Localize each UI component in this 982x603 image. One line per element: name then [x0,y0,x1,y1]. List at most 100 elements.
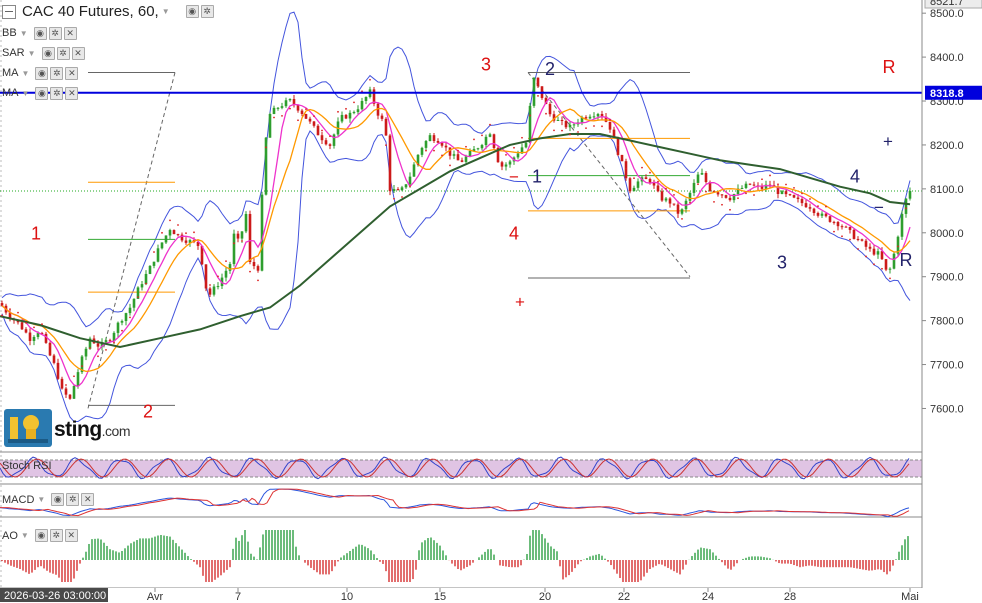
price-axis[interactable]: 8500.08400.08300.08200.08100.08000.07900… [921,0,982,603]
eye-icon[interactable]: ◉ [41,46,55,60]
close-icon[interactable]: ✕ [63,26,77,40]
sar-dot [529,114,531,117]
chevron-down-icon[interactable]: ▼ [162,7,170,16]
macd-label[interactable]: MACD ▼ ◉ ✲ ✕ [2,493,95,506]
candle-body [456,154,460,161]
sar-dot [873,263,875,266]
gear-icon[interactable]: ✲ [49,529,63,542]
sar-dot [153,251,155,253]
candle-body [48,342,52,356]
candle-body [672,203,676,205]
sar-dot [17,311,19,314]
candle-body [60,378,64,389]
sar-dot [633,177,635,180]
candle-body [660,191,664,201]
candle-body [204,264,208,289]
eye-icon[interactable]: ◉ [34,529,48,542]
indicator-bb[interactable]: BB ▼ ◉ ✲ ✕ [2,26,77,40]
candle-body [752,184,756,186]
candle-body [240,231,244,239]
ao-label[interactable]: AO ▼ ◉ ✲ ✕ [2,529,78,542]
indicator-label: MA [2,87,19,99]
sar-dot [625,167,627,170]
candle-body [508,161,512,165]
candle-body [788,194,792,196]
eye-icon[interactable]: ◉ [51,493,65,506]
candle-body [280,106,284,108]
candle-body [160,242,164,249]
close-icon[interactable]: ✕ [65,86,79,100]
chevron-down-icon[interactable]: ▼ [21,531,29,540]
sar-dot [441,154,443,157]
gear-icon[interactable]: ✲ [48,26,62,40]
gear-icon[interactable]: ✲ [50,66,64,80]
candle-body [32,337,36,341]
candle-body [820,213,824,216]
wave-label: + [883,132,893,151]
eye-icon[interactable]: ◉ [33,26,47,40]
candle-body [848,226,852,230]
sar-dot [649,171,651,174]
wave-label: 4 [850,167,860,187]
eye-icon[interactable]: ◉ [35,86,49,100]
chevron-down-icon[interactable]: ▼ [28,49,36,58]
sar-dot [73,375,75,378]
candle-body [396,189,400,191]
y-tick-label: 7900.0 [930,272,964,284]
candle-body [120,321,124,323]
gear-icon[interactable]: ✲ [66,493,80,506]
close-icon[interactable]: ✕ [71,46,85,60]
y-tick-label: 7700.0 [930,360,964,372]
collapse-icon[interactable] [2,4,16,19]
sar-dot [833,230,835,233]
sar-dot [577,131,579,133]
sar-dot [793,186,795,189]
sar-dot [825,205,827,208]
stoch-rsi-label[interactable]: Stoch RSI [2,460,52,472]
candle-body [168,230,172,236]
x-tick-label: 24 [702,591,714,603]
gear-icon[interactable]: ✲ [50,86,64,100]
candle-body [696,174,700,183]
broker-logo: sting.com [4,409,136,449]
chevron-down-icon[interactable]: ▼ [20,29,28,38]
indicator-ma-1[interactable]: MA ▼ ◉ ✲ ✕ [2,66,79,80]
chevron-down-icon[interactable]: ▼ [22,69,30,78]
sar-dot [417,163,419,166]
sar-dot [689,201,691,204]
sar-dot [145,282,147,285]
close-icon[interactable]: ✕ [65,66,79,80]
chevron-down-icon[interactable]: ▼ [22,89,30,98]
candle-body [840,226,844,228]
candle-body [568,124,572,128]
sar-dot [713,200,715,203]
candle-body [648,179,652,183]
candle-body [560,119,564,121]
candle-body [76,372,80,386]
close-icon[interactable]: ✕ [81,493,95,506]
gear-icon[interactable]: ✲ [200,5,214,18]
sar-dot [881,267,883,270]
candle-body [256,266,260,271]
candle-body [680,209,684,214]
x-tick-label: 10 [341,591,353,603]
candle-body [692,182,696,193]
candle-body [252,261,256,267]
time-axis[interactable]: 2026-03-26 03:00:00 Avr 7 10 15 20 22 24 28 Mai [0,588,982,603]
indicator-sar[interactable]: SAR ▼ ◉ ✲ ✕ [2,46,85,60]
chevron-down-icon[interactable]: ▼ [37,495,45,504]
eye-icon[interactable]: ◉ [185,5,199,18]
sar-dot [369,78,371,81]
gear-icon[interactable]: ✲ [56,46,70,60]
wave-label: 1 [31,224,41,244]
sar-dot [737,197,739,200]
indicator-ma-2[interactable]: MA ▼ ◉ ✲ ✕ [2,86,79,100]
sar-dot [505,153,507,156]
eye-icon[interactable]: ◉ [35,66,49,80]
wave-label: R [900,250,913,270]
close-icon[interactable]: ✕ [64,529,78,542]
sar-dot [673,193,675,196]
candle-body [500,162,504,167]
sar-dot [233,242,235,245]
candle-body [744,183,748,188]
